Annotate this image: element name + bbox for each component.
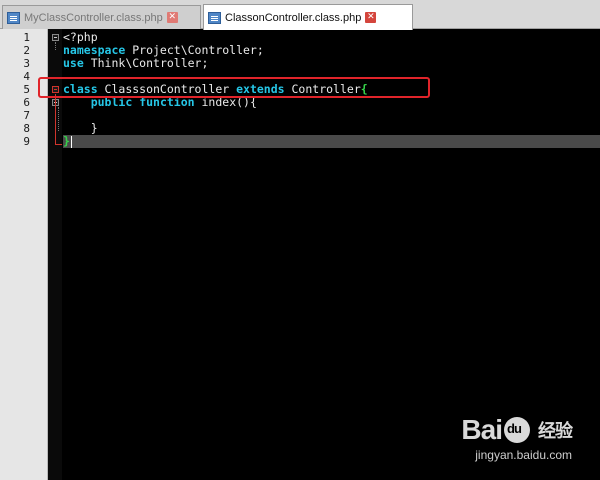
tab-myclasscontroller[interactable]: MyClassController.class.php ✕ — [2, 5, 201, 29]
line-number: 9 — [23, 135, 30, 148]
code-line-7[interactable] — [63, 109, 600, 122]
file-php-icon — [7, 11, 20, 24]
line-number: 2 — [23, 44, 30, 57]
tab-label: MyClassController.class.php — [24, 11, 163, 24]
watermark: Bai 经验 jingyan.baidu.com — [461, 414, 573, 462]
close-tab-icon[interactable]: ✕ — [166, 12, 178, 23]
watermark-logo: Bai 经验 — [461, 414, 573, 446]
fold-end-red — [55, 144, 62, 145]
code-line-3[interactable]: use Think\Controller; — [63, 57, 600, 70]
line-number: 7 — [23, 109, 30, 122]
line-number: 6 — [23, 96, 30, 109]
line-number: 8 — [23, 122, 30, 135]
fold-guide — [58, 107, 59, 131]
tab-label: ClassonController.class.php — [225, 11, 362, 24]
close-tab-icon[interactable]: ✕ — [365, 12, 377, 23]
line-number: 4 — [23, 70, 30, 83]
annotation-highlight-box — [38, 77, 430, 98]
tab-classoncontroller[interactable]: ClassonController.class.php ✕ — [203, 4, 413, 30]
line-number: 3 — [23, 57, 30, 70]
fold-minus-icon[interactable] — [52, 34, 59, 41]
code-line-8[interactable]: } — [63, 122, 600, 135]
file-php-icon — [208, 11, 221, 24]
baidu-paw-icon — [504, 417, 530, 443]
fold-guide — [55, 42, 56, 50]
text-caret — [70, 135, 72, 148]
line-number: 5 — [23, 83, 30, 96]
watermark-url: jingyan.baidu.com — [475, 448, 572, 462]
code-line-9[interactable]: } — [63, 135, 600, 148]
line-number: 1 — [23, 31, 30, 44]
fold-guide-red — [55, 94, 56, 144]
tab-bar: MyClassController.class.php ✕ ClassonCon… — [0, 0, 600, 30]
